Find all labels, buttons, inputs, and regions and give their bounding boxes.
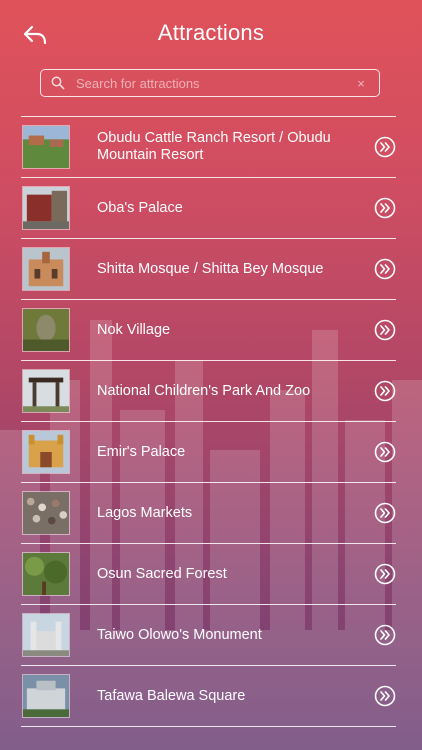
attraction-label: Tafawa Balewa Square [97, 687, 246, 704]
double-chevron-right-icon[interactable] [374, 685, 396, 707]
list-item[interactable]: National Children's Park And Zoo [21, 361, 396, 422]
attractions-list: Obudu Cattle Ranch Resort / Obudu Mounta… [21, 116, 396, 727]
double-chevron-right-icon[interactable] [374, 502, 396, 524]
double-chevron-right-icon[interactable] [374, 380, 396, 402]
attraction-label: Osun Sacred Forest [97, 565, 227, 582]
attraction-label: Shitta Mosque / Shitta Bey Mosque [97, 260, 324, 277]
attraction-label: Oba's Palace [97, 199, 183, 216]
attraction-thumbnail [22, 674, 70, 718]
attraction-thumbnail [22, 613, 70, 657]
attraction-label: Nok Village [97, 321, 171, 338]
list-item[interactable]: Osun Sacred Forest [21, 544, 396, 605]
search-icon [51, 76, 65, 90]
attraction-thumbnail [22, 247, 70, 291]
attraction-label: Lagos Markets [97, 504, 193, 521]
search-input[interactable] [76, 75, 351, 91]
list-item[interactable]: Tafawa Balewa Square [21, 666, 396, 727]
double-chevron-right-icon[interactable] [374, 624, 396, 646]
attraction-thumbnail [22, 186, 70, 230]
attraction-thumbnail [22, 308, 70, 352]
double-chevron-right-icon[interactable] [374, 258, 396, 280]
attraction-thumbnail [22, 369, 70, 413]
header-bar: Attractions [0, 0, 422, 68]
attraction-thumbnail [22, 430, 70, 474]
list-item[interactable]: Taiwo Olowo's Monument [21, 605, 396, 666]
page-title: Attractions [157, 20, 265, 45]
attraction-thumbnail [22, 552, 70, 596]
attraction-thumbnail [22, 125, 70, 169]
double-chevron-right-icon[interactable] [374, 197, 396, 219]
double-chevron-right-icon[interactable] [374, 319, 396, 341]
attraction-label: Emir's Palace [97, 443, 186, 460]
list-item[interactable]: Shitta Mosque / Shitta Bey Mosque [21, 239, 396, 300]
list-item[interactable]: Lagos Markets [21, 483, 396, 544]
attraction-label: National Children's Park And Zoo [97, 382, 311, 399]
list-item[interactable]: Emir's Palace [21, 422, 396, 483]
attraction-label: Obudu Cattle Ranch Resort / Obudu Mounta… [97, 130, 331, 163]
double-chevron-right-icon[interactable] [374, 563, 396, 585]
search-bar[interactable]: × [40, 69, 380, 97]
attraction-thumbnail [22, 491, 70, 535]
list-item[interactable]: Nok Village [21, 300, 396, 361]
double-chevron-right-icon[interactable] [374, 441, 396, 463]
double-chevron-right-icon[interactable] [374, 136, 396, 158]
list-item[interactable]: Obudu Cattle Ranch Resort / Obudu Mounta… [21, 117, 396, 178]
list-item[interactable]: Oba's Palace [21, 178, 396, 239]
attraction-label: Taiwo Olowo's Monument [97, 626, 262, 643]
clear-search-icon[interactable]: × [351, 76, 371, 91]
